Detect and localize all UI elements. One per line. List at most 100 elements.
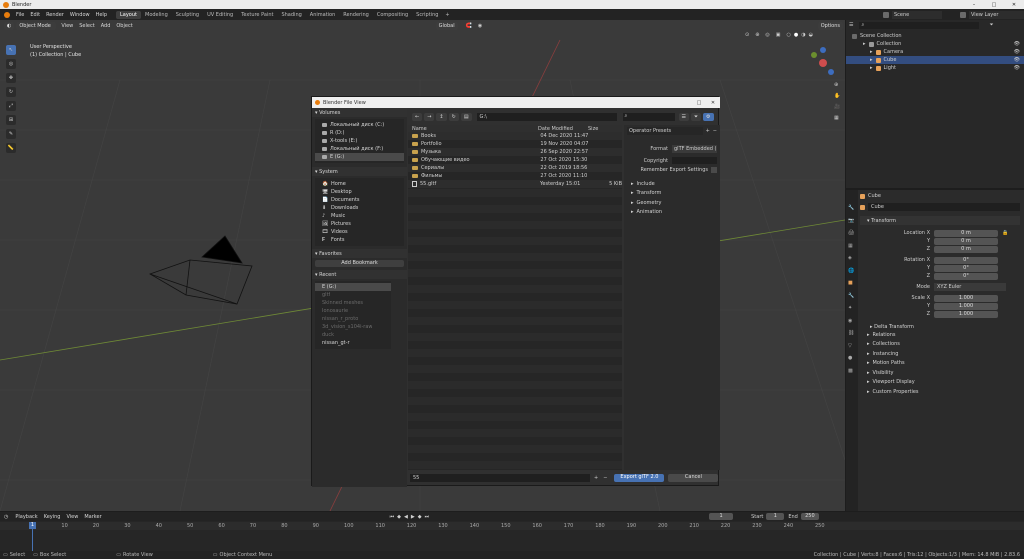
visibility-eye-icon[interactable]: 👁 — [1014, 65, 1020, 71]
panel-custom-properties[interactable]: ▸ Custom Properties — [860, 387, 1020, 397]
world-tab-icon[interactable]: 🌐 — [848, 265, 858, 278]
outliner-search[interactable]: ⌕ — [859, 21, 980, 29]
rotation-mode-dropdown[interactable]: XYZ Euler — [934, 283, 1006, 291]
play-reverse-icon[interactable]: ◀ — [404, 514, 408, 520]
outliner-item-collection[interactable]: ▸ Collection 👁 — [846, 40, 1024, 48]
view-layer-tab-icon[interactable]: ▦ — [848, 240, 858, 253]
location-z-field[interactable]: 0 m — [934, 245, 998, 253]
snap-icon[interactable]: 🧲 — [466, 23, 472, 29]
expand-arrow-icon[interactable]: ▸ — [863, 41, 866, 47]
display-mode-button[interactable]: ☰ — [678, 113, 690, 121]
cancel-button[interactable]: Cancel — [668, 474, 719, 482]
mode-selector[interactable]: Object Mode — [16, 21, 57, 30]
ortho-toggle-icon[interactable]: ▦ — [834, 115, 840, 121]
viewport-menu-select[interactable]: Select — [76, 23, 97, 29]
maximize-icon[interactable]: □ — [984, 2, 1004, 8]
path-field[interactable]: G:\ — [476, 113, 617, 121]
panel-motion-paths[interactable]: ▸ Motion Paths — [860, 359, 1020, 369]
cursor-tool[interactable]: ◎ — [6, 59, 16, 69]
system-item-documents[interactable]: 📄 Documents — [315, 196, 404, 204]
close-icon[interactable]: ✕ — [1004, 2, 1024, 8]
filename-field[interactable]: 55 — [410, 474, 590, 482]
recent-item[interactable]: nissan_gt-r — [315, 339, 391, 347]
viewport-menu-view[interactable]: View — [58, 23, 76, 29]
end-frame-field[interactable]: 250 — [800, 513, 819, 520]
location-x-field[interactable]: 0 m — [934, 229, 998, 237]
recent-item[interactable]: duck — [315, 331, 391, 339]
output-tab-icon[interactable]: 🖨 — [848, 227, 858, 240]
annotate-tool[interactable]: ✎ — [6, 129, 16, 139]
scene-selector[interactable]: Scene — [892, 10, 942, 19]
export-button[interactable]: Export glTF 2.0 — [614, 474, 665, 482]
system-item-pictures[interactable]: 🖼 Pictures — [315, 220, 404, 228]
volume-item[interactable]: R (D:) — [315, 129, 404, 137]
camera-view-icon[interactable]: 🎥 — [834, 104, 840, 110]
expand-arrow-icon[interactable]: ▸ — [870, 49, 873, 55]
file-row[interactable]: Portfolio 19 Nov 2020 04:07 — [408, 140, 622, 148]
view-layer-selector[interactable]: View Layer — [969, 10, 1024, 19]
visibility-eye-icon[interactable]: 👁 — [1014, 49, 1020, 55]
workspace-tab-animation[interactable]: Animation — [306, 11, 340, 19]
rendered-shading-icon[interactable]: ◒ — [809, 32, 813, 38]
volume-item[interactable]: Локальный диск (F:) — [315, 145, 404, 153]
column-name[interactable]: Name — [408, 126, 538, 132]
refresh-button[interactable]: ↻ — [448, 113, 459, 121]
format-dropdown[interactable]: glTF Embedded (... — [672, 145, 717, 153]
workspace-tab-rendering[interactable]: Rendering — [339, 11, 373, 19]
jump-start-icon[interactable]: ⏮ — [390, 514, 395, 520]
object-name-field[interactable]: Cube — [868, 203, 1020, 211]
panel-viewport-display[interactable]: ▸ Viewport Display — [860, 378, 1020, 388]
volume-item[interactable]: Локальный диск (C:) — [315, 121, 404, 129]
settings-gear-button[interactable]: ⚙ — [703, 113, 714, 121]
file-row[interactable]: Обучающие видео 27 Oct 2020 15:30 — [408, 156, 622, 164]
playhead[interactable]: 1 — [29, 522, 36, 551]
volumes-panel-header[interactable]: ▾ Volumes — [312, 108, 407, 117]
workspace-tab-uv-editing[interactable]: UV Editing — [203, 11, 237, 19]
select-box-tool[interactable]: ↖ — [6, 45, 16, 55]
outliner-root[interactable]: Scene Collection — [846, 32, 1024, 40]
section-transform[interactable]: ▸ Transform — [624, 189, 720, 199]
rotation-z-field[interactable]: 0° — [934, 272, 998, 280]
outliner-item-cube[interactable]: ▸ Cube 👁 — [846, 56, 1024, 64]
material-shading-icon[interactable]: ◑ — [801, 32, 805, 38]
system-item-videos[interactable]: 🎞 Videos — [315, 228, 404, 236]
navigation-gizmo[interactable] — [806, 46, 840, 80]
system-item-desktop[interactable]: 🖥 Desktop — [315, 188, 404, 196]
recent-item[interactable]: gltf — [315, 291, 391, 299]
workspace-tab-sculpting[interactable]: Sculpting — [172, 11, 203, 19]
move-tool[interactable]: ✥ — [6, 73, 16, 83]
wireframe-shading-icon[interactable]: ○ — [787, 32, 791, 38]
measure-tool[interactable]: 📏 — [6, 143, 16, 153]
menu-window[interactable]: Window — [67, 12, 93, 18]
file-row[interactable]: Фильмы 27 Oct 2020 11:10 — [408, 172, 622, 180]
object-tab-icon[interactable]: ■ — [848, 277, 858, 290]
particles-tab-icon[interactable]: ✦ — [848, 302, 858, 315]
transform-panel-header[interactable]: ▾ Transform — [860, 216, 1020, 225]
play-icon[interactable]: ▶ — [411, 514, 415, 520]
add-workspace-icon[interactable]: + — [445, 12, 449, 18]
dialog-maximize-icon[interactable]: □ — [692, 100, 706, 106]
workspace-tab-scripting[interactable]: Scripting — [412, 11, 442, 19]
outliner-filter-icon[interactable]: ⏷ — [989, 22, 993, 28]
new-folder-button[interactable]: ▤ — [460, 113, 472, 121]
outliner-item-camera[interactable]: ▸ Camera 👁 — [846, 48, 1024, 56]
system-item-home[interactable]: 🏠 Home — [315, 180, 404, 188]
file-row[interactable]: Сериалы 22 Oct 2019 18:56 — [408, 164, 622, 172]
back-button[interactable]: ← — [412, 113, 423, 121]
file-row[interactable]: Books 04 Dec 2020 11:47 — [408, 132, 622, 140]
menu-edit[interactable]: Edit — [27, 12, 43, 18]
zoom-icon[interactable]: ⊕ — [834, 82, 840, 88]
system-item-music[interactable]: ♪ Music — [315, 212, 404, 220]
scale-x-field[interactable]: 1.000 — [934, 294, 998, 302]
modifiers-tab-icon[interactable]: 🔧 — [848, 290, 858, 303]
proportional-icon[interactable]: ◉ — [478, 23, 482, 29]
minimize-icon[interactable]: – — [964, 2, 984, 8]
prev-keyframe-icon[interactable]: ◆ — [397, 514, 401, 520]
expand-arrow-icon[interactable]: ▸ — [870, 65, 873, 71]
expand-arrow-icon[interactable]: ▸ — [870, 57, 873, 63]
recent-item[interactable]: E (G:) — [315, 283, 391, 291]
visibility-eye-icon[interactable]: 👁 — [1014, 41, 1020, 47]
volume-item[interactable]: E (G:) — [315, 153, 404, 161]
timeline-menu-keying[interactable]: Keying — [41, 514, 64, 520]
column-size[interactable]: Size — [588, 126, 598, 132]
